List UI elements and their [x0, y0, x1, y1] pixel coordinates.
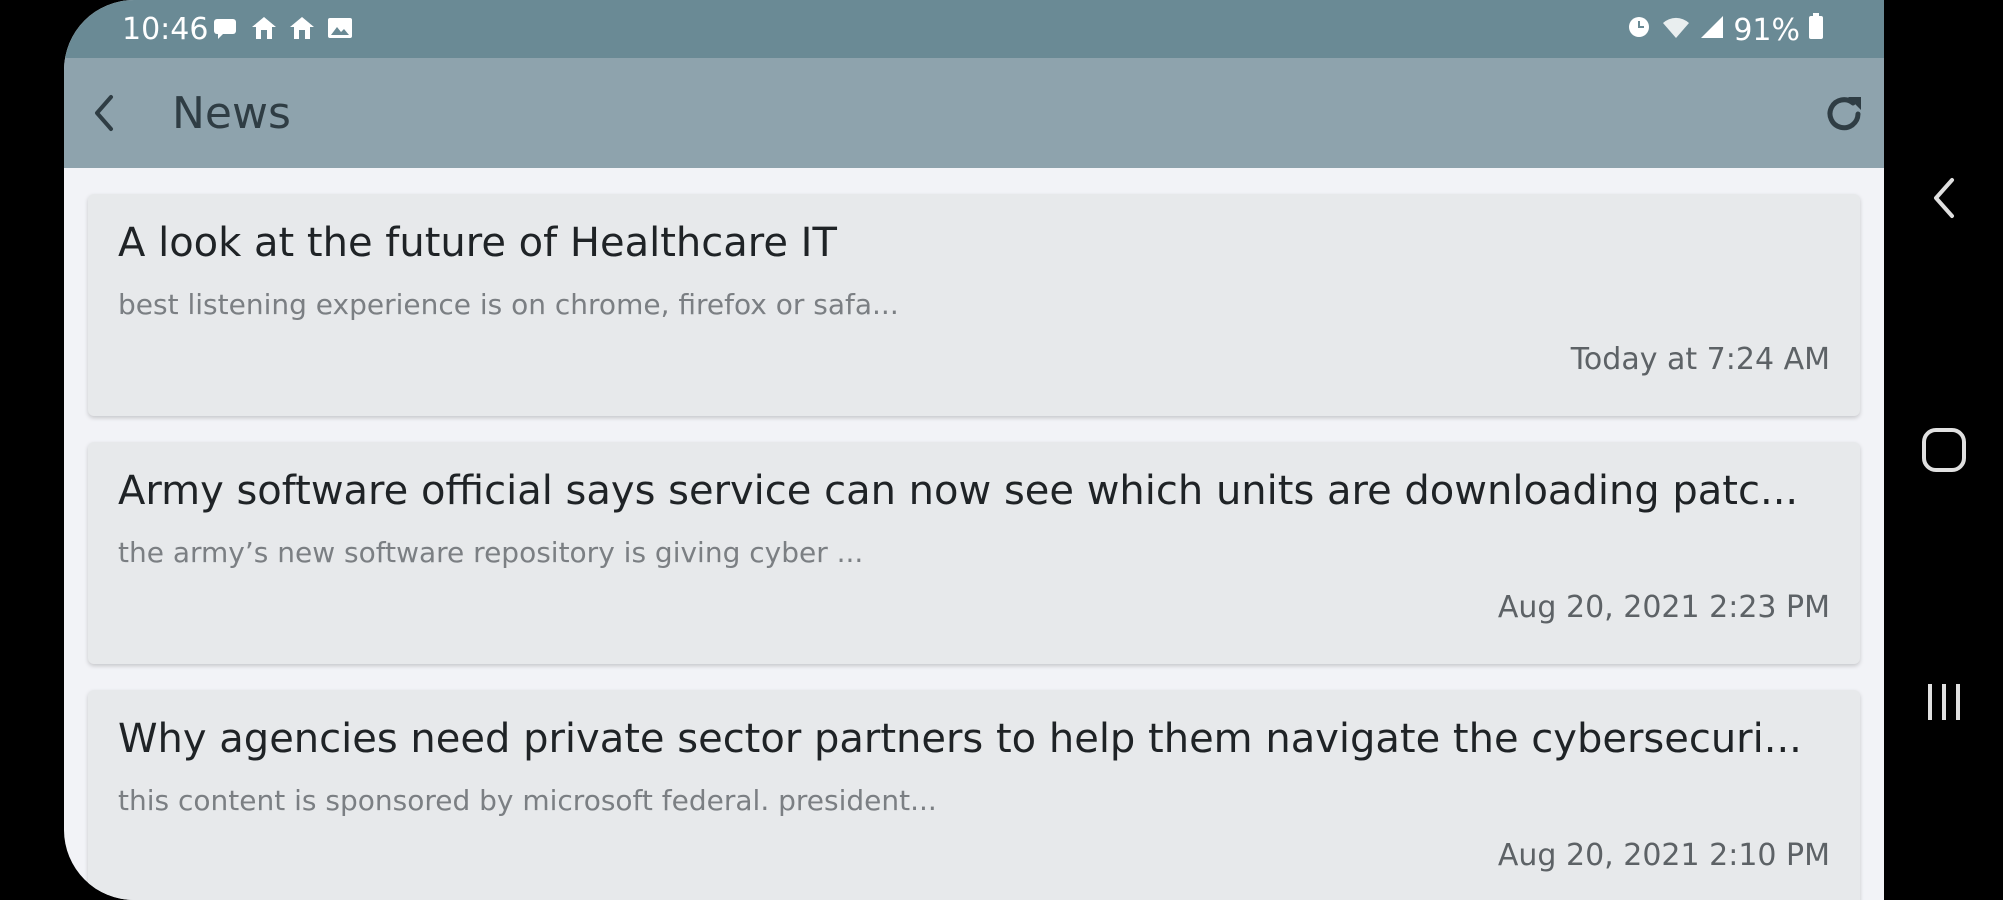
- nav-recents-icon: [1928, 684, 1960, 720]
- home-icon: [250, 14, 278, 42]
- refresh-icon: [1827, 97, 1861, 131]
- news-card[interactable]: A look at the future of Healthcare IT be…: [88, 194, 1860, 416]
- news-feed: A look at the future of Healthcare IT be…: [64, 168, 1884, 900]
- home-icon: [288, 14, 316, 42]
- image-icon: [326, 14, 354, 42]
- news-card-date: Aug 20, 2021 2:23 PM: [1497, 590, 1830, 625]
- nav-recents-button[interactable]: [1904, 662, 1984, 742]
- back-button[interactable]: [74, 82, 136, 144]
- nav-home-button[interactable]: [1904, 410, 1984, 490]
- wifi-icon: [1661, 13, 1691, 48]
- news-card-snippet: best listening experience is on chrome, …: [118, 288, 899, 321]
- news-card-snippet: the army’s new software repository is gi…: [118, 536, 864, 569]
- news-card-title: Army software official says service can …: [118, 468, 1798, 514]
- news-card[interactable]: Army software official says service can …: [88, 442, 1860, 664]
- news-card-date: Today at 7:24 AM: [1570, 342, 1830, 377]
- status-time: 10:46: [122, 12, 209, 47]
- device: 10:46 91% News A look at the future of H…: [0, 0, 2003, 900]
- nav-home-icon: [1922, 428, 1966, 472]
- chevron-left-icon: [95, 95, 113, 131]
- page-title: News: [172, 88, 291, 139]
- news-card-title: Why agencies need private sector partner…: [118, 716, 1798, 762]
- news-card-snippet: this content is sponsored by microsoft f…: [118, 784, 937, 817]
- system-nav-bar: [1884, 0, 2003, 900]
- notification-icons: [212, 14, 354, 42]
- status-bar: 10:46 91%: [64, 0, 1884, 58]
- nav-back-button[interactable]: [1904, 158, 1984, 238]
- battery-text: 91%: [1733, 12, 1800, 48]
- app-bar: News: [64, 58, 1884, 168]
- battery-icon: [1808, 12, 1824, 48]
- news-card-title: A look at the future of Healthcare IT: [118, 220, 837, 266]
- news-card-date: Aug 20, 2021 2:10 PM: [1497, 838, 1830, 873]
- signal-icon: [1699, 13, 1725, 48]
- nav-back-icon: [1934, 178, 1954, 218]
- app-screen: 10:46 91% News A look at the future of H…: [64, 0, 1884, 900]
- message-icon: [212, 14, 240, 42]
- status-right: 91%: [1625, 12, 1824, 48]
- alarm-icon: [1625, 12, 1653, 48]
- refresh-button[interactable]: [1814, 84, 1874, 144]
- news-card[interactable]: Why agencies need private sector partner…: [88, 690, 1860, 900]
